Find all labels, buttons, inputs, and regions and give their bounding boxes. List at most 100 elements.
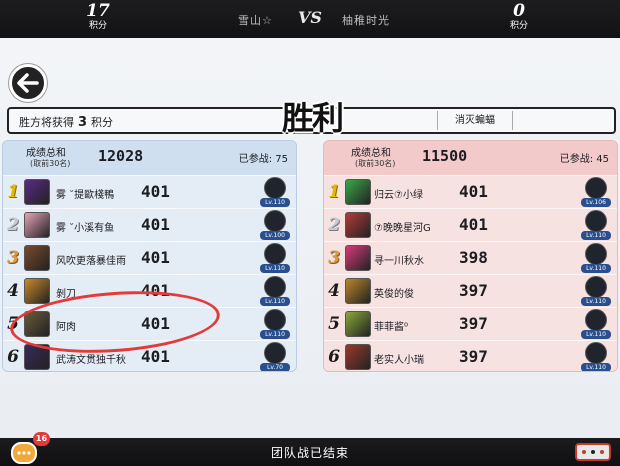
winner-reward-text: 胜方将获得 3 积分 bbox=[19, 114, 113, 130]
rank-number: 3 bbox=[7, 248, 19, 268]
character-portrait-icon bbox=[264, 276, 286, 298]
game-mode-label: 消灭蝙蝠 bbox=[437, 111, 513, 130]
player-avatar[interactable] bbox=[345, 245, 371, 271]
reward-points: 3 bbox=[78, 115, 88, 130]
character-portrait-icon bbox=[264, 309, 286, 331]
player-avatar[interactable] bbox=[24, 278, 50, 304]
left-panel-header: 成绩总和 (取前30名) 12028 已参战: 75 bbox=[3, 141, 296, 175]
character-portrait-icon bbox=[585, 177, 607, 199]
right-sum-label: 成绩总和 bbox=[351, 148, 391, 159]
chat-button[interactable] bbox=[11, 442, 37, 464]
leaderboard-row[interactable]: 6 老实人小瑞 397 Lv.110 bbox=[324, 340, 617, 371]
rank-number: 4 bbox=[7, 281, 19, 301]
level-badge: Lv.110 bbox=[581, 231, 611, 240]
left-team-score: 17 积分 bbox=[78, 2, 118, 32]
left-sum-label: 成绩总和 bbox=[26, 148, 66, 159]
rank-number: 5 bbox=[328, 314, 340, 334]
reward-suffix: 积分 bbox=[91, 116, 114, 129]
leaderboard-row[interactable]: 2 ⑦晚晚星河G 401 Lv.110 bbox=[324, 208, 617, 241]
left-sum-sublabel: (取前30名) bbox=[30, 159, 71, 168]
player-score: 401 bbox=[141, 248, 170, 267]
leaderboard-row[interactable]: 3 风吹更落暴佳雨 401 Lv.110 bbox=[3, 241, 296, 274]
rank-number: 4 bbox=[328, 281, 340, 301]
chat-bubble-icon bbox=[17, 451, 31, 455]
level-badge: Lv.106 bbox=[581, 198, 611, 207]
reward-prefix: 胜方将获得 bbox=[19, 116, 74, 129]
right-played-count: 已参战: 45 bbox=[559, 154, 609, 165]
left-sum-value: 12028 bbox=[98, 147, 144, 165]
left-played-count: 已参战: 75 bbox=[238, 154, 288, 165]
player-score: 401 bbox=[459, 215, 488, 234]
player-avatar[interactable] bbox=[345, 278, 371, 304]
player-score: 401 bbox=[141, 182, 170, 201]
player-score: 397 bbox=[459, 281, 488, 300]
player-avatar[interactable] bbox=[345, 179, 371, 205]
leaderboard-row[interactable]: 1 归云⑦小绿 401 Lv.106 bbox=[324, 175, 617, 208]
level-badge: Lv.110 bbox=[581, 297, 611, 306]
right-score-label: 积分 bbox=[509, 21, 528, 31]
player-score: 398 bbox=[459, 248, 488, 267]
level-badge: Lv.110 bbox=[260, 330, 290, 339]
rank-number: 6 bbox=[7, 347, 19, 367]
level-badge: Lv.110 bbox=[260, 264, 290, 273]
dice-icon bbox=[575, 443, 611, 461]
right-panel-header: 成绩总和 (取前30名) 11500 已参战: 45 bbox=[324, 141, 617, 175]
player-name: 风吹更落暴佳雨 bbox=[56, 256, 126, 267]
character-portrait-icon bbox=[264, 177, 286, 199]
player-name: 英俊的俊 bbox=[374, 289, 414, 300]
leaderboard-row[interactable]: 3 寻一川秋水 398 Lv.110 bbox=[324, 241, 617, 274]
right-score-value: 0 bbox=[513, 1, 525, 21]
player-name: 雾 ˘小溪有鱼 bbox=[56, 223, 115, 234]
character-portrait-icon bbox=[585, 342, 607, 364]
right-team-panel: 成绩总和 (取前30名) 11500 已参战: 45 1 归云⑦小绿 401 Lv.1… bbox=[323, 140, 618, 372]
top-score-bar: 17 积分 雪山☆ VS 柚稚时光 0 积分 bbox=[0, 0, 620, 38]
level-badge: Lv.110 bbox=[260, 297, 290, 306]
right-sum-value: 11500 bbox=[422, 147, 468, 165]
character-portrait-icon bbox=[264, 210, 286, 232]
leaderboard-row[interactable]: 2 雾 ˘小溪有鱼 401 Lv.100 bbox=[3, 208, 296, 241]
left-score-value: 17 bbox=[86, 1, 110, 21]
left-score-label: 积分 bbox=[88, 21, 107, 31]
rank-number: 2 bbox=[7, 215, 19, 235]
dice-button[interactable] bbox=[573, 440, 613, 464]
player-name: ⑦晚晚星河G bbox=[374, 223, 431, 234]
leaderboard-row[interactable]: 5 菲菲酱⁰ 397 Lv.110 bbox=[324, 307, 617, 340]
player-name: 寻一川秋水 bbox=[374, 256, 424, 267]
rank-number: 6 bbox=[328, 347, 340, 367]
leaderboard-row[interactable]: 1 雾 ˘提歐棧鴨 401 Lv.110 bbox=[3, 175, 296, 208]
player-avatar[interactable] bbox=[345, 212, 371, 238]
player-avatar[interactable] bbox=[345, 344, 371, 370]
rank-number: 3 bbox=[328, 248, 340, 268]
rank-number: 1 bbox=[7, 182, 19, 202]
player-name: 老实人小瑞 bbox=[374, 355, 424, 366]
player-avatar[interactable] bbox=[24, 179, 50, 205]
bottom-status-bar: 团队战已结束 bbox=[0, 438, 620, 466]
player-avatar[interactable] bbox=[24, 245, 50, 271]
chat-unread-badge: 16 bbox=[33, 432, 50, 446]
player-avatar[interactable] bbox=[345, 311, 371, 337]
player-name: 武涛文贯独千秋 bbox=[56, 355, 126, 366]
character-portrait-icon bbox=[585, 243, 607, 265]
level-badge: Lv.110 bbox=[581, 363, 611, 371]
player-score: 397 bbox=[459, 347, 488, 366]
level-badge: Lv.110 bbox=[581, 330, 611, 339]
player-score: 401 bbox=[141, 347, 170, 366]
character-portrait-icon bbox=[264, 342, 286, 364]
player-score: 401 bbox=[459, 182, 488, 201]
back-arrow-icon bbox=[17, 73, 39, 93]
level-badge: Lv.110 bbox=[581, 264, 611, 273]
leaderboard-row[interactable]: 4 英俊的俊 397 Lv.110 bbox=[324, 274, 617, 307]
character-portrait-icon bbox=[585, 276, 607, 298]
character-portrait-icon bbox=[585, 210, 607, 232]
vs-label: VS bbox=[298, 8, 322, 27]
level-badge: Lv.100 bbox=[260, 231, 290, 240]
player-name: 菲菲酱⁰ bbox=[374, 322, 409, 333]
right-team-score: 0 积分 bbox=[499, 2, 539, 32]
left-team-name: 雪山☆ bbox=[238, 14, 273, 27]
back-button[interactable] bbox=[9, 64, 47, 102]
match-ended-text: 团队战已结束 bbox=[270, 446, 349, 460]
rank-number: 1 bbox=[328, 182, 340, 202]
right-sum-sublabel: (取前30名) bbox=[355, 159, 396, 168]
player-avatar[interactable] bbox=[24, 212, 50, 238]
rank-number: 2 bbox=[328, 215, 340, 235]
